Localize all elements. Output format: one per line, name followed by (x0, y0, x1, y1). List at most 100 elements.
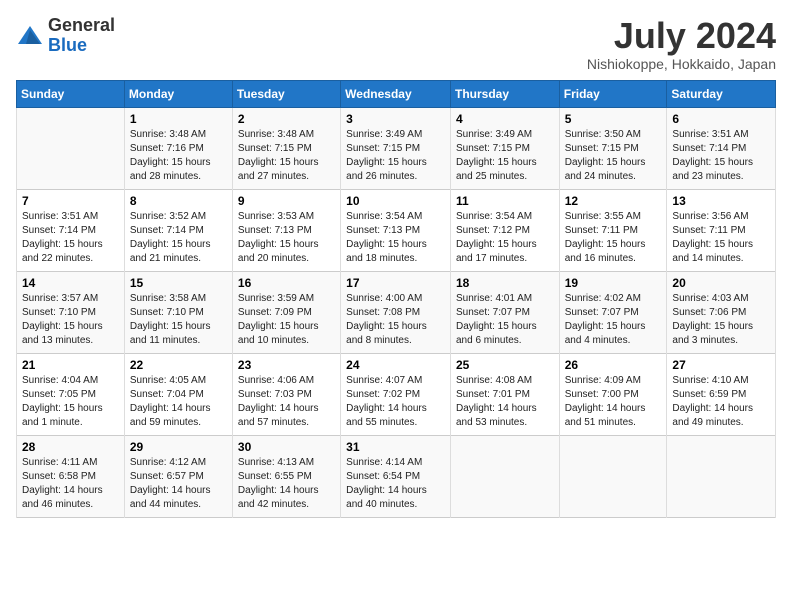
day-number: 16 (238, 276, 335, 290)
week-row-4: 21Sunrise: 4:04 AMSunset: 7:05 PMDayligh… (17, 353, 776, 435)
calendar-cell (450, 435, 559, 517)
day-info: Sunrise: 3:55 AMSunset: 7:11 PMDaylight:… (565, 210, 662, 266)
day-number: 30 (238, 440, 335, 454)
day-number: 28 (22, 440, 119, 454)
day-info: Sunrise: 4:07 AMSunset: 7:02 PMDaylight:… (346, 374, 445, 430)
calendar-cell: 22 Sunrise: 4:05 AMSunset: 7:04 PMDayligh… (124, 353, 232, 435)
header-cell-sunday: Sunday (17, 80, 125, 107)
day-number: 22 (130, 358, 227, 372)
day-number: 1 (130, 112, 227, 126)
calendar-cell: 19 Sunrise: 4:02 AMSunset: 7:07 PMDayligh… (559, 271, 667, 353)
header-cell-thursday: Thursday (450, 80, 559, 107)
week-row-1: 1 Sunrise: 3:48 AMSunset: 7:16 PMDaylight… (17, 107, 776, 189)
calendar-cell: 10 Sunrise: 3:54 AMSunset: 7:13 PMDayligh… (341, 189, 451, 271)
day-info: Sunrise: 4:14 AMSunset: 6:54 PMDaylight:… (346, 456, 445, 512)
day-number: 29 (130, 440, 227, 454)
day-info: Sunrise: 3:51 AMSunset: 7:14 PMDaylight:… (672, 128, 770, 184)
calendar-cell: 9Sunrise: 3:53 AMSunset: 7:13 PMDaylight… (232, 189, 340, 271)
day-number: 8 (130, 194, 227, 208)
day-info: Sunrise: 4:13 AMSunset: 6:55 PMDaylight:… (238, 456, 335, 512)
day-number: 12 (565, 194, 662, 208)
day-number: 11 (456, 194, 554, 208)
day-number: 5 (565, 112, 662, 126)
day-number: 24 (346, 358, 445, 372)
calendar-cell: 29 Sunrise: 4:12 AMSunset: 6:57 PMDayligh… (124, 435, 232, 517)
header-cell-friday: Friday (559, 80, 667, 107)
header-cell-monday: Monday (124, 80, 232, 107)
calendar-cell: 12 Sunrise: 3:55 AMSunset: 7:11 PMDayligh… (559, 189, 667, 271)
day-info: Sunrise: 3:49 AMSunset: 7:15 PMDaylight:… (456, 128, 554, 184)
calendar-cell: 25 Sunrise: 4:08 AMSunset: 7:01 PMDayligh… (450, 353, 559, 435)
calendar-cell: 13 Sunrise: 3:56 AMSunset: 7:11 PMDayligh… (667, 189, 776, 271)
day-number: 19 (565, 276, 662, 290)
calendar-cell: 23Sunrise: 4:06 AMSunset: 7:03 PMDayligh… (232, 353, 340, 435)
day-info: Sunrise: 3:48 AMSunset: 7:15 PMDaylight:… (238, 128, 335, 184)
day-number: 6 (672, 112, 770, 126)
day-number: 26 (565, 358, 662, 372)
calendar-cell: 4 Sunrise: 3:49 AMSunset: 7:15 PMDaylight… (450, 107, 559, 189)
day-info: Sunrise: 3:51 AMSunset: 7:14 PMDaylight:… (22, 210, 119, 266)
day-info: Sunrise: 3:57 AMSunset: 7:10 PMDaylight:… (22, 292, 119, 348)
day-number: 7 (22, 194, 119, 208)
header-row: SundayMondayTuesdayWednesdayThursdayFrid… (17, 80, 776, 107)
day-info: Sunrise: 4:01 AMSunset: 7:07 PMDaylight:… (456, 292, 554, 348)
day-info: Sunrise: 4:05 AMSunset: 7:04 PMDaylight:… (130, 374, 227, 430)
logo-text: General Blue (48, 16, 115, 56)
calendar-cell: 2 Sunrise: 3:48 AMSunset: 7:15 PMDaylight… (232, 107, 340, 189)
day-number: 20 (672, 276, 770, 290)
calendar-cell: 5 Sunrise: 3:50 AMSunset: 7:15 PMDaylight… (559, 107, 667, 189)
page-header: General Blue July 2024 Nishiokoppe, Hokk… (16, 16, 776, 72)
day-info: Sunrise: 3:52 AMSunset: 7:14 PMDaylight:… (130, 210, 227, 266)
day-number: 3 (346, 112, 445, 126)
logo: General Blue (16, 16, 115, 56)
day-info: Sunrise: 4:08 AMSunset: 7:01 PMDaylight:… (456, 374, 554, 430)
location-subtitle: Nishiokoppe, Hokkaido, Japan (587, 56, 776, 72)
day-number: 2 (238, 112, 335, 126)
calendar-cell: 11Sunrise: 3:54 AMSunset: 7:12 PMDayligh… (450, 189, 559, 271)
day-info: Sunrise: 3:48 AMSunset: 7:16 PMDaylight:… (130, 128, 227, 184)
day-number: 15 (130, 276, 227, 290)
calendar-cell: 16Sunrise: 3:59 AMSunset: 7:09 PMDayligh… (232, 271, 340, 353)
calendar-table: SundayMondayTuesdayWednesdayThursdayFrid… (16, 80, 776, 518)
calendar-cell: 21Sunrise: 4:04 AMSunset: 7:05 PMDayligh… (17, 353, 125, 435)
day-number: 13 (672, 194, 770, 208)
day-info: Sunrise: 3:50 AMSunset: 7:15 PMDaylight:… (565, 128, 662, 184)
day-number: 27 (672, 358, 770, 372)
calendar-cell: 14 Sunrise: 3:57 AMSunset: 7:10 PMDayligh… (17, 271, 125, 353)
calendar-cell: 7 Sunrise: 3:51 AMSunset: 7:14 PMDaylight… (17, 189, 125, 271)
logo-icon (16, 22, 44, 50)
day-number: 10 (346, 194, 445, 208)
calendar-cell: 1 Sunrise: 3:48 AMSunset: 7:16 PMDaylight… (124, 107, 232, 189)
logo-blue: Blue (48, 36, 115, 56)
logo-general: General (48, 16, 115, 36)
day-number: 25 (456, 358, 554, 372)
day-info: Sunrise: 4:10 AMSunset: 6:59 PMDaylight:… (672, 374, 770, 430)
calendar-cell: 30 Sunrise: 4:13 AMSunset: 6:55 PMDayligh… (232, 435, 340, 517)
calendar-cell (17, 107, 125, 189)
calendar-cell: 27 Sunrise: 4:10 AMSunset: 6:59 PMDayligh… (667, 353, 776, 435)
title-area: July 2024 Nishiokoppe, Hokkaido, Japan (587, 16, 776, 72)
day-info: Sunrise: 4:09 AMSunset: 7:00 PMDaylight:… (565, 374, 662, 430)
day-info: Sunrise: 3:56 AMSunset: 7:11 PMDaylight:… (672, 210, 770, 266)
day-info: Sunrise: 4:11 AMSunset: 6:58 PMDaylight:… (22, 456, 119, 512)
calendar-cell: 31 Sunrise: 4:14 AMSunset: 6:54 PMDayligh… (341, 435, 451, 517)
day-info: Sunrise: 4:02 AMSunset: 7:07 PMDaylight:… (565, 292, 662, 348)
day-info: Sunrise: 3:58 AMSunset: 7:10 PMDaylight:… (130, 292, 227, 348)
header-cell-saturday: Saturday (667, 80, 776, 107)
month-title: July 2024 (587, 16, 776, 56)
calendar-cell: 24 Sunrise: 4:07 AMSunset: 7:02 PMDayligh… (341, 353, 451, 435)
calendar-cell: 8 Sunrise: 3:52 AMSunset: 7:14 PMDaylight… (124, 189, 232, 271)
calendar-cell: 6 Sunrise: 3:51 AMSunset: 7:14 PMDaylight… (667, 107, 776, 189)
calendar-header: SundayMondayTuesdayWednesdayThursdayFrid… (17, 80, 776, 107)
calendar-cell: 20Sunrise: 4:03 AMSunset: 7:06 PMDayligh… (667, 271, 776, 353)
day-info: Sunrise: 3:53 AMSunset: 7:13 PMDaylight:… (238, 210, 335, 266)
calendar-cell: 17Sunrise: 4:00 AMSunset: 7:08 PMDayligh… (341, 271, 451, 353)
header-cell-tuesday: Tuesday (232, 80, 340, 107)
day-info: Sunrise: 4:06 AMSunset: 7:03 PMDaylight:… (238, 374, 335, 430)
day-number: 14 (22, 276, 119, 290)
day-number: 4 (456, 112, 554, 126)
day-info: Sunrise: 3:54 AMSunset: 7:13 PMDaylight:… (346, 210, 445, 266)
day-info: Sunrise: 4:12 AMSunset: 6:57 PMDaylight:… (130, 456, 227, 512)
day-number: 31 (346, 440, 445, 454)
week-row-5: 28 Sunrise: 4:11 AMSunset: 6:58 PMDayligh… (17, 435, 776, 517)
